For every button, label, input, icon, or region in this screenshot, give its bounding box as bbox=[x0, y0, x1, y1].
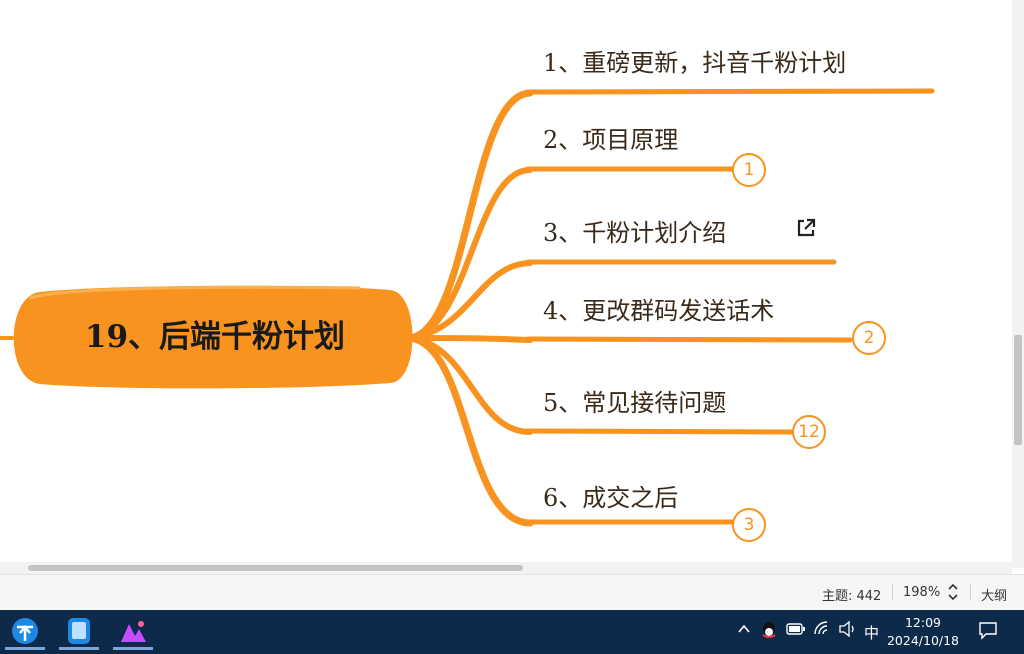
vertical-scroll-thumb[interactable] bbox=[1014, 335, 1022, 445]
battery-icon[interactable] bbox=[786, 622, 806, 640]
collapse-badge-6[interactable]: 3 bbox=[732, 508, 766, 542]
topic-2[interactable]: 2、项目原理 bbox=[543, 120, 678, 155]
divider bbox=[970, 584, 971, 600]
ime-indicator[interactable]: 中 bbox=[864, 622, 879, 643]
underline-5 bbox=[525, 428, 795, 435]
topic-5[interactable]: 5、常见接待问题 bbox=[543, 383, 726, 418]
branch-4 bbox=[407, 335, 533, 343]
topic-6[interactable]: 6、成交之后 bbox=[543, 478, 678, 513]
divider bbox=[892, 584, 893, 600]
underline-1 bbox=[525, 88, 935, 95]
topic-3[interactable]: 3、千粉计划介绍 bbox=[543, 213, 726, 248]
collapse-badge-4[interactable]: 2 bbox=[852, 321, 886, 355]
topic-count: 主题: 442 bbox=[822, 589, 882, 604]
topic-1[interactable]: 1、重磅更新，抖音千粉计划 bbox=[543, 43, 846, 78]
zoom-stepper-icon[interactable] bbox=[946, 582, 960, 606]
topic-4[interactable]: 4、更改群码发送话术 bbox=[543, 291, 774, 326]
wifi-icon[interactable] bbox=[813, 620, 831, 642]
phone-app-icon[interactable] bbox=[59, 614, 99, 650]
network-app-icon[interactable] bbox=[5, 614, 45, 650]
clock-date: 2024/10/18 bbox=[886, 633, 960, 648]
clock-time: 12:09 bbox=[904, 615, 942, 630]
external-link-icon[interactable] bbox=[794, 216, 818, 240]
mindmap-canvas[interactable]: 19、后端千粉计划 1、重磅更新，抖音千粉计划 2、项目原理 3、千粉计划介绍 … bbox=[0, 0, 1012, 562]
mindmap-branches bbox=[0, 88, 935, 527]
volume-icon[interactable] bbox=[838, 620, 858, 642]
branch-2 bbox=[407, 167, 533, 341]
underline-4 bbox=[525, 336, 853, 343]
status-bar: 主题: 442 198% 大纲 bbox=[0, 574, 1024, 611]
collapse-badge-2[interactable]: 1 bbox=[732, 153, 766, 187]
vertical-scrollbar[interactable] bbox=[1012, 0, 1024, 568]
media-app-icon[interactable] bbox=[113, 614, 153, 650]
outline-button[interactable]: 大纲 bbox=[981, 585, 1007, 604]
branch-5 bbox=[407, 335, 533, 435]
qq-icon[interactable] bbox=[760, 620, 778, 644]
collapse-badge-5[interactable]: 12 bbox=[792, 415, 826, 449]
notification-icon[interactable] bbox=[978, 620, 998, 644]
zoom-level[interactable]: 198% bbox=[903, 585, 940, 600]
root-topic[interactable]: 19、后端千粉计划 bbox=[30, 312, 400, 362]
horizontal-scroll-thumb[interactable] bbox=[28, 565, 523, 571]
clock[interactable]: 12:09 2024/10/18 bbox=[880, 614, 966, 650]
taskbar: 中 12:09 2024/10/18 bbox=[0, 610, 1024, 654]
chevron-up-icon[interactable] bbox=[736, 621, 752, 641]
